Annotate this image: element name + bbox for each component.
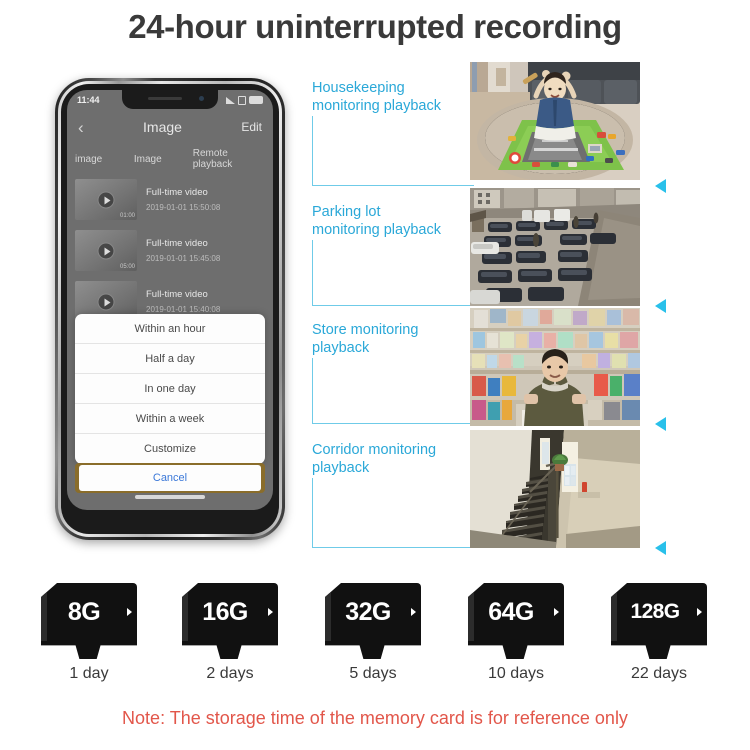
page-title: 24-hour uninterrupted recording [128, 8, 622, 45]
page-root: 24-hour uninterrupted recording 11:44 ‹ … [0, 0, 750, 750]
chevron-left-icon[interactable]: ‹ [78, 119, 84, 136]
callout-label-store: Store monitoring playback [312, 322, 419, 356]
callout-label-parking-lot: Parking lot monitoring playback [312, 204, 441, 238]
memory-card-8g: 8G 1 day [34, 583, 144, 683]
connector-line-corridor [312, 478, 474, 548]
sd-card-days: 5 days [349, 665, 397, 682]
video-timestamp: 2019-01-01 15:40:08 [146, 305, 221, 314]
memory-card-row: 8G 1 day 16G 2 days 32G 5 days 64G 10 da… [0, 583, 750, 693]
edit-button[interactable]: Edit [241, 120, 262, 134]
connector-line-housekeeping [312, 116, 474, 186]
video-meta: Full-time video 2019-01-01 15:40:08 [146, 289, 220, 314]
sd-card-icon: 32G [325, 583, 421, 659]
sd-card-arrow-icon [697, 608, 702, 616]
callout-label-corridor: Corridor monitoring playback [312, 442, 437, 476]
memory-card-64g: 64G 10 days [461, 583, 571, 683]
play-icon [97, 191, 115, 208]
video-thumbnail[interactable]: 01:00 [75, 179, 137, 220]
list-item[interactable]: 01:00 Full-time video 2019-01-01 15:50:0… [67, 174, 273, 225]
photo-corridor-art [470, 430, 640, 548]
sheet-option-in-one-day[interactable]: In one day [75, 374, 265, 404]
cancel-band: Cancel [75, 463, 265, 493]
play-icon [97, 293, 115, 310]
footer-note: Note: The storage time of the memory car… [122, 708, 628, 728]
photo-housekeeping [470, 62, 640, 180]
battery-icon [249, 96, 263, 104]
action-sheet: Within an hour Half a day In one day Wit… [75, 314, 265, 464]
tab-remote-playback[interactable]: Remote playback [193, 148, 265, 170]
video-meta: Full-time video 2019-01-01 15:45:08 [146, 238, 220, 263]
memory-card-16g: 16G 2 days [175, 583, 285, 683]
phone-notch [122, 90, 218, 109]
sim-icon [238, 95, 246, 105]
sd-card-icon: 8G [41, 583, 137, 659]
sd-card-days: 22 days [630, 665, 688, 682]
video-timestamp: 2019-01-01 15:50:08 [146, 203, 221, 212]
app-nav-bar: ‹ Image Edit [67, 112, 273, 142]
status-time: 11:44 [77, 95, 100, 105]
sd-card-icon: 16G [182, 583, 278, 659]
sheet-option-customize[interactable]: Customize [75, 434, 265, 464]
sd-card-contacts [468, 593, 474, 641]
sd-card-arrow-icon [268, 608, 273, 616]
connector-line-store [312, 358, 474, 424]
sd-card-capacity: 8G [67, 597, 101, 626]
sheet-option-within-an-hour[interactable]: Within an hour [75, 314, 265, 344]
cancel-button[interactable]: Cancel [79, 465, 261, 491]
video-title: Full-time video [146, 187, 208, 198]
photo-parking-lot [470, 188, 640, 306]
arrow-icon-parking-lot [655, 299, 666, 313]
phone-screen: 11:44 ‹ Image Edit image Image Remote pl… [67, 90, 273, 510]
tab-row: image Image Remote playback [67, 148, 273, 170]
nav-title: Image [143, 119, 182, 135]
memory-card-128g: 128G 22 days [604, 583, 714, 683]
sd-card-arrow-icon [554, 608, 559, 616]
sd-card-contacts [325, 593, 331, 641]
photo-parking-lot-art [470, 188, 640, 306]
sd-card-arrow-icon [127, 608, 132, 616]
video-thumbnail[interactable]: 05:00 [75, 230, 137, 271]
sd-card-contacts [182, 593, 188, 641]
tab-image[interactable]: Image [134, 154, 179, 165]
photo-store-art [470, 308, 640, 426]
home-indicator [135, 495, 205, 499]
connector-line-parking-lot [312, 240, 474, 306]
sd-card-days: 10 days [487, 665, 545, 682]
arrow-icon-corridor [655, 541, 666, 555]
sd-card-arrow-icon [411, 608, 416, 616]
callout-label-housekeeping: Housekeeping monitoring playback [312, 80, 441, 114]
photo-corridor [470, 430, 640, 548]
sd-card-days: 1 day [69, 665, 109, 682]
sd-card-contacts [41, 593, 47, 641]
sd-card-capacity: 16G [202, 597, 248, 626]
photo-housekeeping-art [470, 62, 640, 180]
sd-card-days: 2 days [206, 665, 254, 682]
photo-store [470, 308, 640, 426]
memory-card-32g: 32G 5 days [318, 583, 428, 683]
video-duration: 05:00 [119, 264, 135, 270]
sd-card-icon: 128G [611, 583, 707, 659]
status-icons [226, 95, 263, 105]
signal-icon [226, 96, 235, 104]
phone-mockup: 11:44 ‹ Image Edit image Image Remote pl… [55, 78, 285, 540]
list-item[interactable]: 05:00 Full-time video 2019-01-01 15:45:0… [67, 225, 273, 276]
arrow-icon-housekeeping [655, 179, 666, 193]
video-timestamp: 2019-01-01 15:45:08 [146, 254, 221, 263]
sheet-option-within-a-week[interactable]: Within a week [75, 404, 265, 434]
sd-card-capacity: 128G [630, 600, 681, 623]
front-camera-icon [199, 96, 204, 101]
sd-card-capacity: 32G [345, 597, 391, 626]
sd-card-capacity: 64G [488, 597, 534, 626]
tab-image-lower[interactable]: image [75, 154, 120, 165]
video-title: Full-time video [146, 289, 208, 300]
earpiece-speaker-icon [148, 97, 182, 100]
arrow-icon-store [655, 417, 666, 431]
video-duration: 01:00 [119, 213, 135, 219]
play-icon [97, 242, 115, 259]
video-title: Full-time video [146, 238, 208, 249]
sheet-option-half-a-day[interactable]: Half a day [75, 344, 265, 374]
sd-card-icon: 64G [468, 583, 564, 659]
video-meta: Full-time video 2019-01-01 15:50:08 [146, 187, 220, 212]
